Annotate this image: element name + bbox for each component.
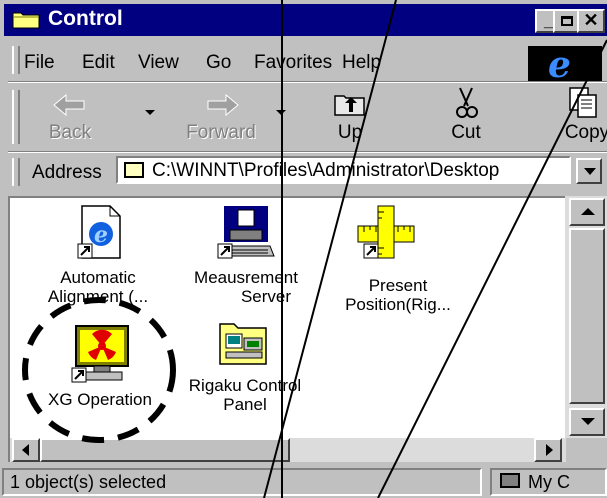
horizontal-scroll-thumb[interactable] [40, 438, 290, 462]
forward-button[interactable]: Forward [178, 84, 264, 148]
scroll-up-button[interactable] [569, 198, 605, 226]
separator [8, 151, 607, 153]
back-label: Back [48, 122, 92, 143]
item-label-line1: XG Operation [48, 390, 152, 409]
control-panel-folder-icon [219, 323, 267, 365]
menu-view[interactable]: View [138, 52, 179, 74]
cut-button[interactable]: Cut [434, 84, 498, 148]
scroll-down-button[interactable] [569, 408, 605, 436]
address-path: C:\WINNT\Profiles\Administrator\Desktop [152, 160, 500, 181]
ie-logo: e [528, 44, 602, 86]
ie-e-icon: e [548, 44, 571, 86]
back-dropdown-icon[interactable] [145, 110, 155, 115]
item-label-line1: Automatic [60, 268, 136, 287]
cut-label: Cut [451, 122, 481, 143]
item-label-line2: Position(Rig... [345, 295, 451, 314]
scroll-right-button[interactable] [534, 438, 562, 462]
up-folder-icon [334, 95, 365, 116]
menu-grip[interactable] [12, 46, 20, 74]
item-label-line1: Meausrement [194, 268, 298, 287]
item-label: Rigaku Control Panel [174, 376, 316, 414]
item-label-line1: Rigaku Control [188, 376, 302, 395]
item-label: Present Position(Rig... [336, 276, 460, 314]
forward-arrow-icon [207, 93, 239, 117]
arrow-down-icon [581, 418, 595, 425]
item-label: Meausrement Server [180, 268, 312, 306]
scroll-corner [566, 438, 607, 462]
vertical-scroll-thumb[interactable] [569, 228, 605, 404]
forward-label: Forward [186, 122, 256, 143]
svg-text:e: e [94, 222, 108, 248]
separator [8, 81, 607, 83]
menu-favorites[interactable]: Favorites [254, 52, 332, 74]
folder-icon [12, 12, 40, 29]
back-button[interactable]: Back [38, 84, 102, 148]
folder-icon [124, 162, 144, 178]
title-bar[interactable]: Control _ ✕ [4, 4, 607, 36]
close-icon: ✕ [583, 10, 599, 30]
status-selection: 1 object(s) selected [2, 468, 482, 496]
desktop-item-measurement-server[interactable]: Meausrement Server [180, 204, 312, 314]
scroll-left-button[interactable] [12, 438, 40, 462]
menu-help[interactable]: Help [342, 52, 381, 74]
menu-bar: File Edit View Go Favorites Help [8, 40, 607, 80]
maximize-icon [561, 16, 573, 26]
desktop-item-automatic-alignment[interactable]: e Automatic Alignment (... [38, 204, 158, 314]
copy-icon [569, 87, 597, 118]
arrow-up-icon [581, 208, 595, 215]
item-label: Automatic Alignment (... [38, 268, 158, 306]
toolbar-grip[interactable] [12, 90, 20, 144]
desktop-item-present-position[interactable]: Present Position(Rig... [336, 204, 460, 314]
window-title: Control [48, 7, 123, 30]
ie-shortcut-icon: e [77, 205, 121, 259]
address-bar: Address C:\WINNT\Profiles\Administrator\… [8, 154, 607, 190]
ruler-shortcut-icon [357, 205, 415, 259]
up-button[interactable]: Up [318, 84, 382, 148]
status-zone-label: My C [528, 472, 570, 492]
copy-label: Copy [564, 122, 607, 143]
copy-button[interactable]: Copy [554, 84, 607, 148]
address-input[interactable]: C:\WINNT\Profiles\Administrator\Desktop [116, 156, 571, 184]
arrow-right-icon [546, 444, 553, 456]
vertical-scrollbar[interactable] [565, 196, 607, 440]
menu-go[interactable]: Go [206, 52, 231, 74]
status-bar: 1 object(s) selected My C [0, 464, 607, 498]
desktop-item-rigaku-control-panel[interactable]: Rigaku Control Panel [174, 318, 316, 428]
close-button[interactable]: ✕ [577, 9, 605, 33]
item-label-line1: Present [368, 276, 428, 295]
arrow-left-icon [22, 444, 29, 456]
menu-edit[interactable]: Edit [82, 52, 115, 74]
address-dropdown-button[interactable] [576, 158, 602, 184]
scissors-icon [456, 87, 478, 118]
item-label: XG Operation [30, 390, 170, 409]
status-zone: My C [490, 468, 607, 496]
item-label-line2: Panel [223, 395, 267, 414]
item-label-line2: Alignment (... [47, 287, 149, 306]
toolbar: Back Forward Up Cut Copy [8, 84, 607, 150]
computer-icon [500, 473, 520, 488]
item-label-line2: Server [240, 287, 292, 306]
computer-shortcut-icon [217, 206, 275, 259]
back-arrow-icon [53, 93, 85, 117]
address-grip[interactable] [12, 158, 20, 186]
forward-dropdown-icon[interactable] [276, 110, 286, 115]
menu-file[interactable]: File [24, 52, 55, 74]
desktop-item-xg-operation[interactable]: XG Operation [30, 324, 170, 434]
file-view[interactable]: e Automatic Alignment (... Meausrement S… [8, 196, 607, 462]
address-label: Address [32, 162, 102, 183]
explorer-window: Control _ ✕ File Edit View Go Favorites … [0, 0, 607, 498]
up-label: Up [337, 122, 363, 143]
horizontal-scrollbar[interactable] [10, 438, 607, 462]
radiation-monitor-icon [71, 325, 129, 383]
